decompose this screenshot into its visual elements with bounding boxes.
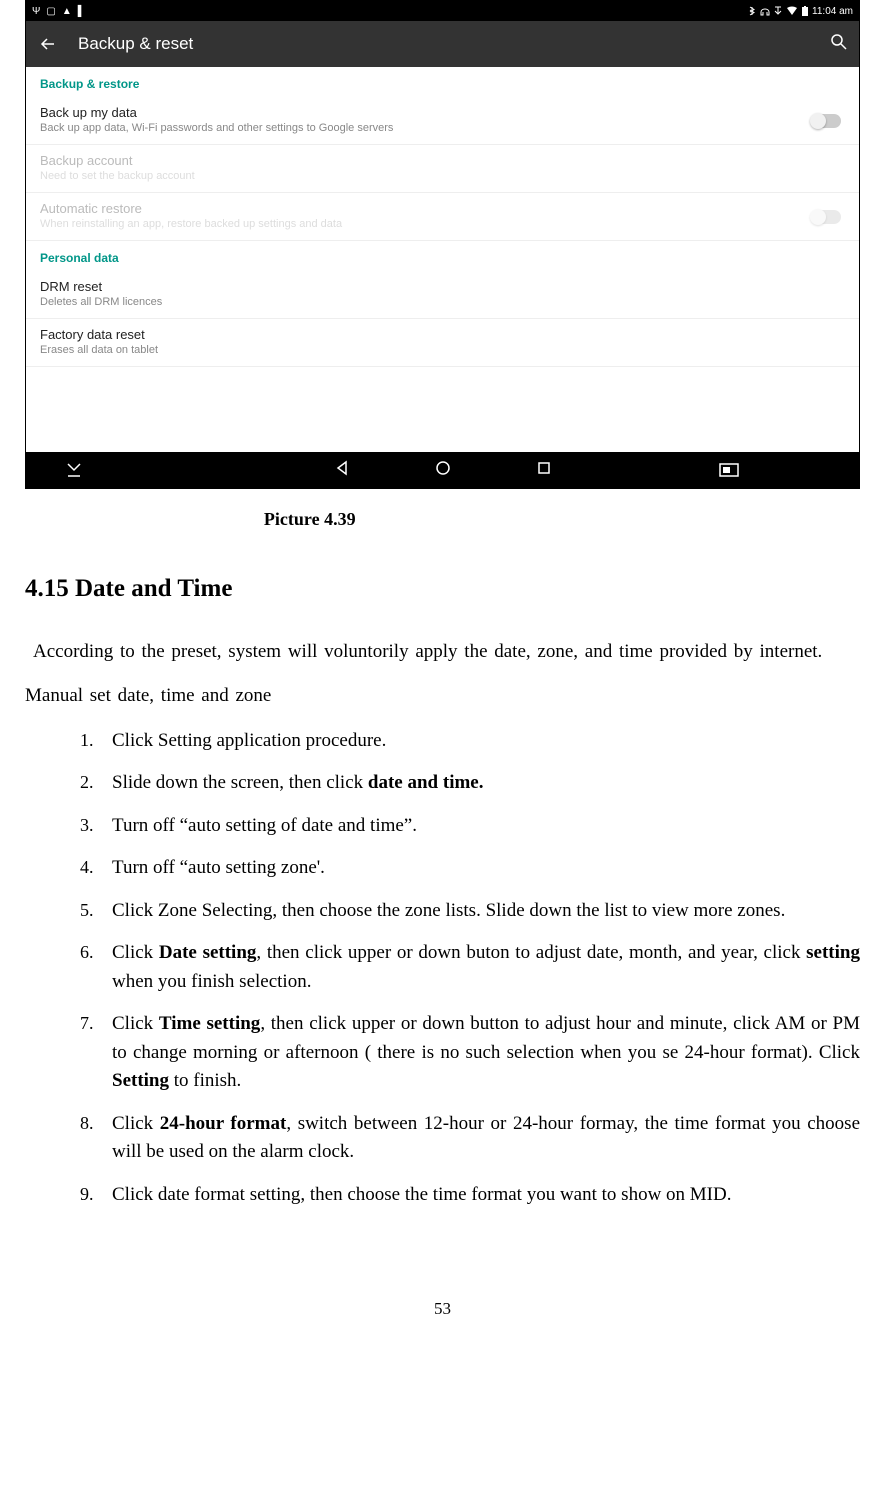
page-number: 53	[0, 1299, 885, 1339]
section-header-backup: Backup & restore	[26, 67, 859, 97]
settings-list: Backup & restore Back up my data Back up…	[26, 67, 859, 452]
nav-hide-icon[interactable]	[66, 462, 82, 478]
row-subtitle: Deletes all DRM licences	[40, 296, 845, 308]
row-backup-account: Backup account Need to set the backup ac…	[26, 145, 859, 193]
nav-home-icon[interactable]	[435, 460, 451, 481]
app-bar: Backup & reset	[26, 21, 859, 67]
row-subtitle: Need to set the backup account	[40, 170, 845, 182]
row-drm-reset[interactable]: DRM reset Deletes all DRM licences	[26, 271, 859, 319]
row-title: DRM reset	[40, 279, 845, 294]
section-header-personal: Personal data	[26, 241, 859, 271]
nav-recent-icon[interactable]	[536, 460, 552, 481]
back-icon[interactable]	[40, 35, 60, 53]
step-1: Click Setting application procedure.	[80, 727, 860, 756]
step-4: Turn off “auto setting zone'.	[80, 854, 860, 883]
section-heading: 4.15 Date and Time	[25, 570, 860, 608]
app-bar-title: Backup & reset	[78, 34, 193, 54]
triangle-icon: ▲	[62, 6, 72, 17]
blank-space	[26, 367, 859, 452]
steps-list: Click Setting application procedure. Sli…	[80, 727, 860, 1210]
row-factory-reset[interactable]: Factory data reset Erases all data on ta…	[26, 319, 859, 367]
row-subtitle: Erases all data on tablet	[40, 344, 845, 356]
document-body: 4.15 Date and Time According to the pres…	[0, 570, 885, 1209]
android-screenshot: Ψ ▢ ▲ ▌ 11:04 am	[25, 0, 860, 489]
row-backup-my-data[interactable]: Back up my data Back up app data, Wi-Fi …	[26, 97, 859, 145]
row-title: Automatic restore	[40, 201, 845, 216]
nav-back-icon[interactable]	[334, 460, 350, 481]
wifi-icon	[786, 6, 798, 16]
step-7: Click Time setting, then click upper or …	[80, 1010, 860, 1096]
step-6: Click Date setting, then click upper or …	[80, 939, 860, 996]
step-9: Click date format setting, then choose t…	[80, 1181, 860, 1210]
row-title: Factory data reset	[40, 327, 845, 342]
psi-icon: Ψ	[32, 6, 40, 17]
battery-icon	[802, 6, 808, 16]
row-title: Backup account	[40, 153, 845, 168]
step-2: Slide down the screen, then click date a…	[80, 769, 860, 798]
square-icon: ▢	[46, 6, 55, 17]
figure-caption: Picture 4.39	[0, 509, 620, 530]
toggle-switch[interactable]	[811, 114, 841, 128]
row-title: Back up my data	[40, 105, 845, 120]
search-icon[interactable]	[831, 34, 847, 55]
bar-icon: ▌	[78, 6, 85, 17]
row-subtitle: When reinstalling an app, restore backed…	[40, 218, 845, 230]
row-automatic-restore: Automatic restore When reinstalling an a…	[26, 193, 859, 241]
row-subtitle: Back up app data, Wi-Fi passwords and ot…	[40, 122, 845, 134]
step-3: Turn off “auto setting of date and time”…	[80, 812, 860, 841]
nav-bar	[26, 452, 859, 488]
status-time: 11:04 am	[812, 6, 853, 17]
toggle-switch	[811, 210, 841, 224]
manual-heading: Manual set date, time and zone	[25, 682, 860, 711]
step-8: Click 24-hour format, switch between 12-…	[80, 1110, 860, 1167]
nav-screenshot-icon[interactable]	[719, 463, 739, 477]
intro-paragraph: According to the preset, system will vol…	[25, 638, 860, 667]
headphones-icon	[760, 6, 770, 16]
step-5: Click Zone Selecting, then choose the zo…	[80, 897, 860, 926]
bluetooth-icon	[748, 6, 756, 16]
download-icon	[774, 6, 782, 16]
status-bar: Ψ ▢ ▲ ▌ 11:04 am	[26, 1, 859, 21]
